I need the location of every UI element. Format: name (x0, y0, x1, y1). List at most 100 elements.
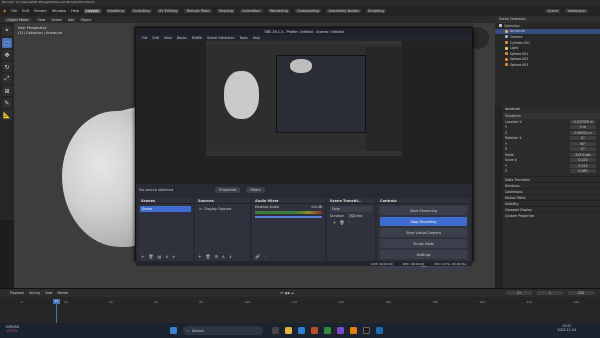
menu-playback[interactable]: Playback (10, 291, 24, 295)
store-icon[interactable] (337, 327, 344, 334)
blender-taskbar-icon[interactable] (350, 327, 357, 334)
property-value[interactable]: 0.083 (570, 169, 596, 174)
add-icon[interactable]: + (198, 254, 201, 259)
gear-icon[interactable]: ⚙ (214, 254, 218, 259)
menu-add[interactable]: Add (68, 18, 75, 22)
tab-sculpting[interactable]: Sculpting (130, 9, 152, 13)
system-clock[interactable]: 15:52 2023-11-04 (557, 324, 576, 333)
properties-button[interactable]: Properties (215, 186, 241, 193)
menu-object[interactable]: Object (80, 18, 91, 22)
transform-icon[interactable]: ⊞ (2, 86, 12, 96)
property-value[interactable]: 0.223 (570, 158, 596, 163)
end-frame-field[interactable]: 250 (568, 291, 594, 295)
start-streaming-button[interactable]: Start Streaming (380, 206, 467, 215)
menu-marker[interactable]: Marker (58, 291, 69, 295)
trash-icon[interactable]: 🗑 (148, 254, 153, 259)
tab-compositing[interactable]: Compositing (294, 9, 322, 13)
up-icon[interactable]: ∧ (222, 254, 225, 259)
scene-item[interactable]: Scene (140, 206, 191, 212)
property-panel-header[interactable]: Custom Properties (495, 212, 600, 218)
property-value[interactable]: -0.047359 m (569, 119, 596, 124)
obs-menu-help[interactable]: Help (253, 36, 261, 40)
property-value[interactable]: 0° (570, 147, 596, 152)
down-icon[interactable]: ∨ (229, 254, 232, 259)
obs-taskbar-icon[interactable] (363, 327, 370, 334)
obs-menu-profile[interactable]: Profile (192, 36, 202, 40)
obs-menu-edit[interactable]: Edit (153, 36, 159, 40)
settings-button[interactable]: Settings (380, 250, 467, 259)
obs-menu-docks[interactable]: Docks (177, 36, 187, 40)
scene-selector[interactable]: Scene (545, 9, 561, 13)
property-value[interactable]: 0.223 (570, 163, 596, 168)
menu-file[interactable]: File (11, 9, 17, 13)
menu-render[interactable]: Render (34, 9, 47, 13)
property-value[interactable]: 0° (570, 136, 596, 141)
cursor-icon[interactable]: ⌖ (2, 26, 12, 36)
start-virtual-camera-button[interactable]: Start Virtual Camera (380, 228, 467, 237)
link-icon[interactable]: 🔗 (255, 254, 260, 259)
menu-keying[interactable]: Keying (29, 291, 40, 295)
play-controls-icon[interactable]: ⏮ ◀ ▶ ⏭ (280, 291, 294, 295)
transition-type[interactable]: Fade (330, 206, 372, 212)
tab-layout[interactable]: Layout (84, 9, 101, 13)
blender-logo-icon[interactable]: ◉ (3, 9, 6, 13)
menu-icon[interactable]: ⋮ (264, 254, 268, 259)
scale-icon[interactable]: ⤢ (2, 74, 12, 84)
tab-modeling[interactable]: Modeling (105, 9, 126, 13)
mode-dropdown[interactable]: Object Mode (4, 17, 32, 22)
obs-menu-view[interactable]: View (164, 36, 172, 40)
current-frame-field[interactable]: 21 (506, 291, 532, 295)
property-value[interactable]: 90° (570, 141, 596, 146)
annotate-icon[interactable]: ✎ (2, 98, 12, 108)
trash-icon[interactable]: 🗑 (205, 254, 210, 259)
tab-shading[interactable]: Shading (216, 9, 236, 13)
measure-icon[interactable]: 📐 (2, 110, 12, 120)
office-icon[interactable] (311, 327, 318, 334)
weather-widget[interactable]: EURUSD -0.07% (6, 325, 19, 333)
tab-uv-editing[interactable]: UV Editing (156, 9, 180, 13)
duration-field[interactable]: 300 ms (347, 214, 364, 218)
studio-mode-button[interactable]: Studio Mode (380, 239, 467, 248)
menu-help[interactable]: Help (71, 9, 79, 13)
outliner-item[interactable]: Sphere.003 (495, 62, 600, 68)
trash-icon[interactable]: 🗑 (339, 220, 344, 225)
tab-scripting[interactable]: Scripting (365, 9, 386, 13)
menu-select[interactable]: Select (51, 18, 61, 22)
taskbar-search[interactable]: ⌕ Search (183, 326, 263, 335)
select-box-icon[interactable]: ⬚ (2, 38, 12, 48)
source-item[interactable]: ▭ Display Capture (197, 206, 248, 212)
property-value[interactable]: 0 m (570, 125, 596, 130)
file-explorer-icon[interactable] (285, 327, 292, 334)
volume-slider[interactable] (255, 216, 322, 218)
steam-icon[interactable] (376, 327, 383, 334)
obs-preview[interactable] (136, 41, 472, 184)
property-value[interactable]: XYZ Euler (570, 152, 596, 157)
rotate-icon[interactable]: ↻ (2, 62, 12, 72)
menu-window[interactable]: Window (52, 9, 66, 13)
menu-icon[interactable]: ⋮ (347, 220, 351, 225)
add-icon[interactable]: + (141, 254, 144, 259)
tab-geometry-nodes[interactable]: Geometry Nodes (326, 9, 361, 13)
start-frame-field[interactable]: 1 (537, 291, 563, 295)
tab-texture-paint[interactable]: Texture Paint (184, 9, 212, 13)
properties-tabs[interactable] (495, 106, 503, 288)
menu-edit[interactable]: Edit (22, 9, 29, 13)
edge-icon[interactable] (298, 327, 305, 334)
obs-menu-file[interactable]: File (142, 36, 148, 40)
task-view-icon[interactable] (272, 327, 279, 334)
tab-animation[interactable]: Animation (240, 9, 263, 13)
down-icon[interactable]: ∨ (172, 254, 175, 259)
view-layer-selector[interactable]: ViewLayer (565, 9, 588, 13)
filters-button[interactable]: Filters (246, 186, 265, 193)
add-icon[interactable]: + (333, 220, 336, 225)
menu-view[interactable]: View (37, 18, 45, 22)
up-icon[interactable]: ∧ (165, 254, 168, 259)
obs-menu-scene-collection[interactable]: Scene Collection (207, 36, 234, 40)
menu-view-tl[interactable]: View (45, 291, 53, 295)
filter-icon[interactable]: ▤ (157, 254, 161, 259)
xbox-icon[interactable] (324, 327, 331, 334)
windows-start-icon[interactable] (170, 327, 177, 334)
stop-recording-button[interactable]: Stop Recording (380, 217, 467, 226)
timeline-ruler[interactable]: 0 20 40 60 80 100 120 140 160 180 200 220 240 (0, 300, 600, 305)
move-icon[interactable]: ✥ (2, 50, 12, 60)
